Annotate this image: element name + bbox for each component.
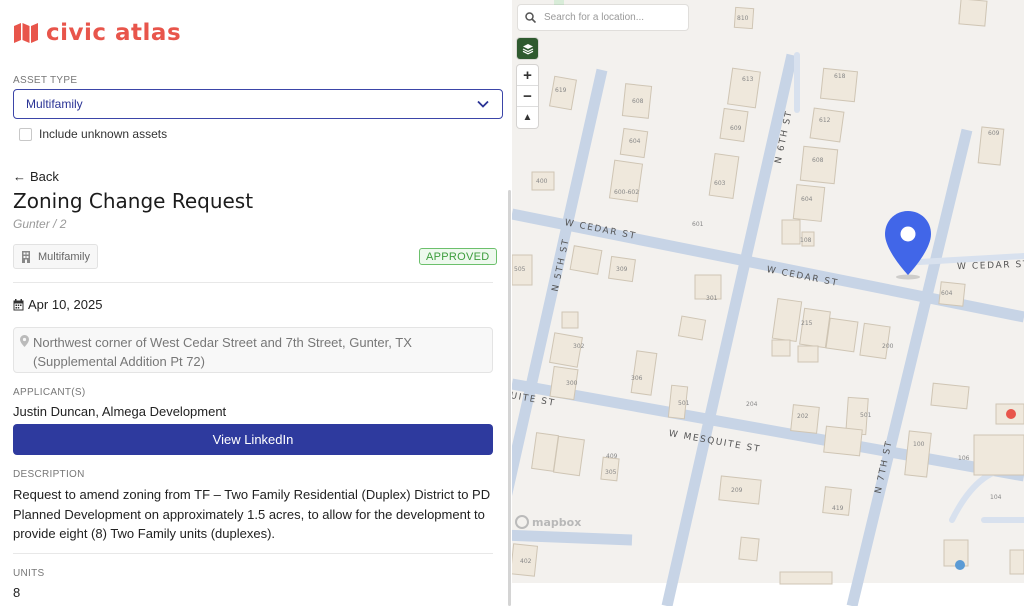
- date-row: Apr 10, 2025: [13, 297, 102, 312]
- include-unknown-label: Include unknown assets: [39, 127, 168, 141]
- address-number: 100: [913, 441, 925, 448]
- address-number: 612: [819, 117, 831, 124]
- page-title: Zoning Change Request: [13, 189, 254, 213]
- search-icon: [525, 12, 536, 23]
- address-number: 603: [714, 180, 726, 187]
- panel-scrollbar[interactable]: [508, 190, 511, 606]
- zoom-in-button[interactable]: +: [517, 65, 538, 86]
- address-number: 501: [678, 400, 690, 407]
- brand[interactable]: civic atlas: [13, 20, 181, 46]
- address-number: 604: [629, 138, 641, 145]
- description-text: Request to amend zoning from TF – Two Fa…: [13, 487, 491, 541]
- asset-type-value: Multifamily: [26, 97, 83, 111]
- address-number: 104: [990, 494, 1002, 501]
- address-number: 618: [834, 73, 846, 80]
- address-number: 202: [797, 413, 809, 420]
- address-number: 501: [860, 412, 872, 419]
- address-number: 204: [746, 401, 758, 408]
- zoom-out-button[interactable]: −: [517, 86, 538, 107]
- address-number: 600-602: [614, 189, 640, 196]
- address-number: 608: [812, 157, 824, 164]
- map-search[interactable]: [518, 5, 688, 30]
- building-icon: [22, 250, 30, 263]
- description-label: DESCRIPTION: [13, 469, 85, 480]
- asset-type-select[interactable]: Multifamily: [13, 89, 503, 119]
- address-number: 106: [958, 455, 970, 462]
- address-number: 400: [536, 178, 548, 185]
- asset-type-chip: Multifamily: [13, 244, 98, 269]
- address-number: 305: [605, 469, 617, 476]
- address-number: 604: [941, 290, 953, 297]
- map-base: [512, 0, 1024, 606]
- arrow-left-icon: ←: [13, 169, 26, 184]
- address-number: 209: [731, 487, 743, 494]
- back-link[interactable]: ← Back: [13, 169, 59, 184]
- address-number: 108: [800, 237, 812, 244]
- asset-type-label: ASSET TYPE: [13, 75, 78, 86]
- address-number: 215: [801, 320, 813, 327]
- view-linkedin-button[interactable]: View LinkedIn: [13, 424, 493, 455]
- address-number: 810: [737, 15, 749, 22]
- divider: [13, 282, 493, 283]
- map-logo-icon: [14, 23, 38, 43]
- address-number: 409: [606, 453, 618, 460]
- applicants-label: APPLICANT(S): [13, 387, 86, 398]
- address-box: Northwest corner of West Cedar Street an…: [13, 327, 493, 373]
- address-number: 302: [573, 343, 585, 350]
- address-number: 609: [730, 125, 742, 132]
- units-label: UNITS: [13, 568, 45, 579]
- mapbox-logo-icon: [515, 515, 529, 529]
- request-date: Apr 10, 2025: [28, 297, 103, 312]
- mapbox-attribution-text: mapbox: [532, 515, 582, 529]
- address-number: 309: [616, 266, 628, 273]
- zoom-controls: + − ▲: [517, 65, 538, 128]
- include-unknown-checkbox[interactable]: [19, 127, 32, 141]
- calendar-icon: [13, 298, 24, 310]
- address-number: 613: [742, 76, 754, 83]
- map-marker-icon: [20, 335, 29, 347]
- status-badge: APPROVED: [419, 248, 497, 265]
- address-number: 300: [566, 380, 578, 387]
- address-number: 200: [882, 343, 894, 350]
- detail-panel: civic atlas ASSET TYPE Multifamily Inclu…: [0, 0, 512, 606]
- map-view[interactable]: W CEDAR ST W CEDAR ST W CEDAR ST N 5TH S…: [512, 0, 1024, 606]
- location-subtitle: Gunter / 2: [13, 217, 67, 231]
- address-number: 601: [692, 221, 704, 228]
- mapbox-attribution[interactable]: mapbox: [515, 515, 581, 529]
- chevron-down-icon: [477, 100, 489, 108]
- address-number: 604: [801, 196, 813, 203]
- location-pin-icon[interactable]: [883, 209, 933, 281]
- compass-button[interactable]: ▲: [517, 107, 538, 128]
- address-number: 419: [832, 505, 844, 512]
- address-number: 306: [631, 375, 643, 382]
- include-unknown-toggle[interactable]: Include unknown assets: [19, 127, 167, 141]
- layers-icon: [522, 43, 533, 54]
- address-number: 505: [514, 266, 526, 273]
- units-value: 8: [13, 585, 21, 600]
- back-label: Back: [30, 169, 59, 184]
- applicants-value: Justin Duncan, Almega Development: [13, 404, 227, 419]
- address-number: 608: [632, 98, 644, 105]
- asset-type-chip-label: Multifamily: [38, 250, 90, 263]
- address-text: Northwest corner of West Cedar Street an…: [33, 335, 412, 369]
- address-number: 609: [988, 130, 1000, 137]
- address-number: 619: [555, 87, 567, 94]
- address-number: 301: [706, 295, 718, 302]
- divider: [13, 553, 493, 554]
- layers-button[interactable]: [517, 38, 538, 59]
- brand-name: civic atlas: [46, 20, 182, 46]
- address-number: 402: [520, 558, 532, 565]
- map-search-input[interactable]: [544, 12, 674, 23]
